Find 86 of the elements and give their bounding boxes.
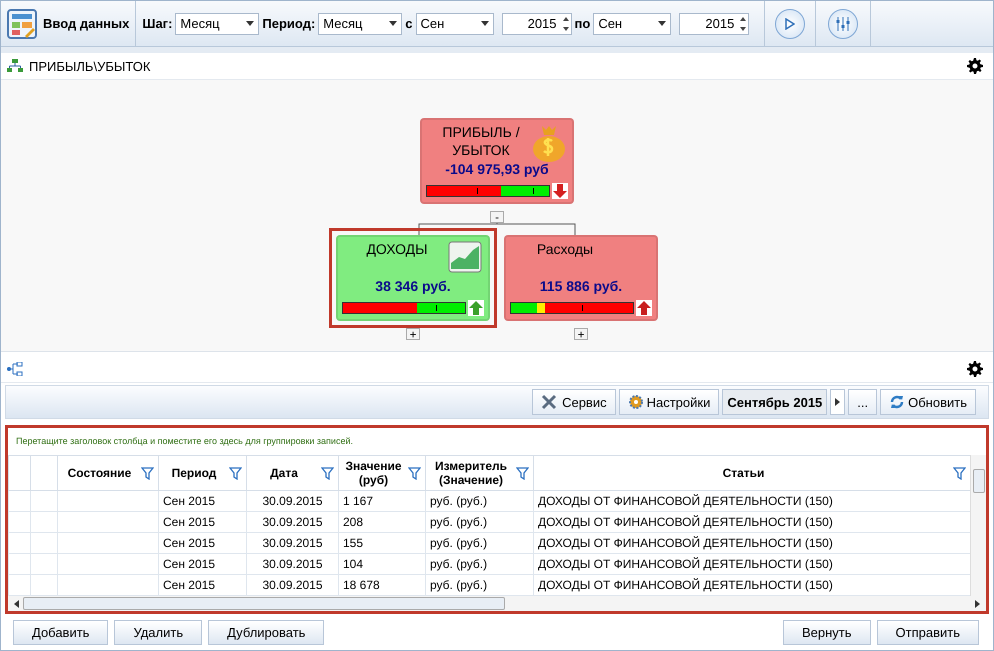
column-header[interactable]: Состояние (58, 456, 158, 490)
filter-settings-button[interactable] (828, 8, 858, 38)
service-button[interactable]: Сервис (532, 389, 616, 415)
action-button[interactable]: Отправить (876, 620, 979, 645)
table-cell: Сен 2015 (158, 512, 246, 532)
hierarchy-icon (7, 362, 23, 376)
period-label: Период: (262, 16, 316, 31)
toggle-button[interactable]: - (490, 211, 504, 223)
action-button[interactable]: Удалить (114, 620, 202, 645)
filter-icon[interactable] (321, 466, 334, 480)
node-value: 38 346 руб. (374, 278, 452, 294)
table-cell: 208 (338, 512, 426, 532)
action-button[interactable]: Дублировать (208, 620, 324, 645)
vertical-scrollbar[interactable] (970, 455, 986, 596)
toggle-button[interactable]: + (574, 328, 588, 340)
year-field[interactable]: 2015 (502, 12, 572, 34)
year-field[interactable]: 2015 (679, 12, 750, 34)
table-cell: 30.09.2015 (246, 512, 338, 532)
filter-icon[interactable] (953, 466, 966, 480)
node-card[interactable]: Расходы 115 886 руб. (504, 235, 658, 321)
table-cell: 30.09.2015 (246, 532, 338, 554)
right-arrow-icon[interactable] (975, 600, 980, 608)
table-cell: 155 (338, 532, 426, 554)
caret-icon (480, 21, 489, 26)
period-button[interactable]: Сентябрь 2015 (722, 389, 828, 415)
table-cell: руб. (руб.) (426, 532, 534, 554)
more-button[interactable]: ... (848, 389, 878, 415)
app-title: Ввод данных (43, 16, 130, 31)
column-header[interactable]: Дата (246, 456, 338, 490)
column-header[interactable]: Значение (руб) (338, 456, 426, 490)
table-cell: Сен 2015 (158, 490, 246, 512)
data-entry-icon[interactable] (7, 8, 37, 38)
gear-icon (628, 394, 644, 410)
caret-icon (658, 21, 666, 26)
node-card[interactable]: ДОХОДЫ 38 346 руб. (336, 235, 490, 321)
filter-icon[interactable] (141, 466, 154, 480)
chart-icon (448, 241, 482, 273)
refresh-icon (889, 394, 906, 410)
table-cell: руб. (руб.) (426, 554, 534, 574)
to-label: по (574, 16, 590, 31)
table-cell: 1 167 (338, 490, 426, 512)
settings-icon[interactable] (967, 58, 983, 74)
period-dropdown[interactable]: Месяц (318, 12, 402, 34)
column-header[interactable]: Статьи (534, 456, 970, 490)
filter-icon[interactable] (229, 466, 242, 480)
sliders-icon (835, 16, 852, 32)
table-cell: 104 (338, 554, 426, 574)
panel-title: ПРИБЫЛЬ\УБЫТОК (29, 58, 150, 74)
table-cell: руб. (руб.) (426, 512, 534, 532)
step-label: Шаг: (142, 16, 172, 31)
right-arrow-icon[interactable] (835, 398, 840, 406)
left-arrow-icon[interactable] (14, 600, 19, 608)
horizontal-scrollbar[interactable] (8, 596, 986, 611)
refresh-button[interactable]: Обновить (880, 389, 976, 415)
table-cell: 30.09.2015 (246, 490, 338, 512)
month-dropdown[interactable]: Сен (593, 12, 672, 34)
action-button[interactable]: Добавить (13, 620, 108, 645)
node-title: Расходы (536, 240, 594, 259)
column-header[interactable]: Период (158, 456, 246, 490)
hierarchy-icon (7, 59, 23, 73)
table-cell: руб. (руб.) (426, 490, 534, 512)
table-cell: Сен 2015 (158, 554, 246, 574)
next-button[interactable] (830, 389, 846, 415)
settings-button[interactable]: Настройки (618, 389, 720, 415)
filter-icon[interactable] (516, 466, 529, 480)
node-value: 115 886 руб. (538, 278, 624, 294)
month-dropdown[interactable]: Сен (416, 12, 494, 34)
table-cell: Сен 2015 (158, 532, 246, 554)
node-title: ДОХОДЫ (365, 240, 429, 259)
table-cell: 30.09.2015 (246, 554, 338, 574)
from-label: с (405, 16, 413, 31)
play-button[interactable] (775, 8, 806, 38)
step-dropdown[interactable]: Месяц (175, 12, 260, 34)
action-button[interactable]: Вернуть (782, 620, 871, 645)
group-hint: Перетащите заголовок столбца и поместите его здесь для группировки записей. (15, 435, 354, 448)
node-value: -104 975,93 руб (444, 161, 550, 177)
toggle-button[interactable]: + (406, 328, 420, 340)
node-title: ПРИБЫЛЬ / УБЫТОК (441, 123, 521, 159)
caret-icon (389, 21, 398, 26)
column-header[interactable]: Измеритель (Значение) (426, 456, 534, 490)
caret-icon (246, 21, 254, 26)
node-card[interactable]: ПРИБЫЛЬ / УБЫТОК -104 975,93 руб (420, 118, 574, 204)
play-icon (785, 18, 796, 30)
money-bag-icon (532, 124, 566, 162)
settings-icon[interactable] (967, 361, 983, 377)
filter-icon[interactable] (408, 466, 421, 480)
